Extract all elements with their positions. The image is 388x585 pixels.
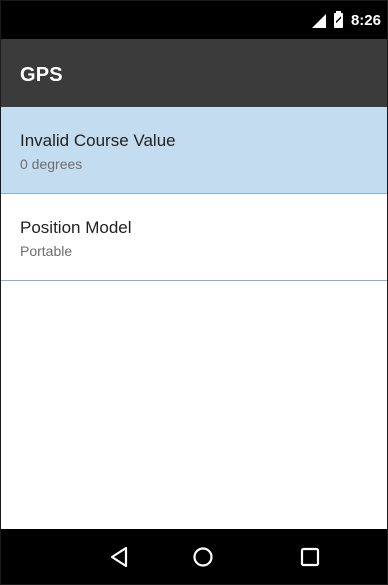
status-time: 8:26 (350, 12, 381, 29)
home-icon (193, 546, 213, 567)
app-bar: GPS (1, 39, 387, 107)
recents-button[interactable] (280, 529, 340, 584)
preference-position-model[interactable]: Position Model Portable (1, 194, 387, 281)
signal-icon (311, 13, 326, 28)
battery-charging-icon (333, 11, 343, 28)
back-icon (110, 546, 128, 567)
status-icons: 8:26 (311, 11, 381, 29)
status-bar: 8:26 (1, 1, 387, 39)
recents-icon (300, 547, 320, 566)
preference-summary: 0 degrees (20, 156, 83, 172)
preference-list: Invalid Course Value 0 degrees Position … (1, 107, 387, 281)
back-button[interactable] (89, 529, 149, 584)
preference-summary: Portable (20, 243, 73, 259)
navigation-bar (1, 529, 387, 584)
preference-invalid-course-value[interactable]: Invalid Course Value 0 degrees (1, 107, 387, 194)
page-title: GPS (20, 64, 63, 86)
preference-title: Invalid Course Value (20, 131, 176, 150)
phone-screen: 8:26 GPS Invalid Course Value 0 degrees … (0, 0, 388, 585)
preference-title: Position Model (20, 218, 132, 237)
home-button[interactable] (173, 529, 233, 584)
